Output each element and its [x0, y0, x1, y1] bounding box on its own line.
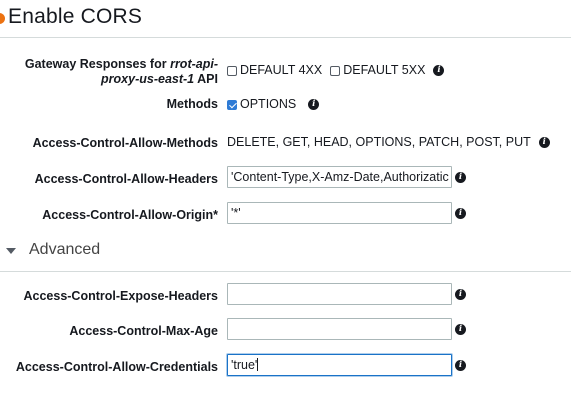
default-4xx-label: DEFAULT 4XX: [240, 63, 323, 77]
gateway-responses-label: Gateway Responses for rrot-api-proxy-us-…: [8, 57, 218, 87]
title-accent-dot: [0, 13, 5, 24]
allow-headers-input[interactable]: 'Content-Type,X-Amz-Date,Authorizatic: [227, 166, 452, 188]
expose-headers-input[interactable]: [227, 283, 452, 305]
expose-headers-label: Access-Control-Expose-Headers: [23, 289, 218, 303]
info-circle-icon[interactable]: i: [455, 208, 466, 219]
allow-credentials-value: 'true': [231, 358, 258, 372]
methods-options: OPTIONS i: [227, 97, 320, 112]
allow-origin-input[interactable]: '*': [227, 202, 452, 224]
gateway-label-prefix: Gateway Responses for: [24, 57, 171, 71]
default-4xx-checkbox[interactable]: [227, 65, 237, 76]
methods-label: Methods: [166, 97, 218, 111]
options-method-checkbox[interactable]: [227, 99, 237, 110]
header: Enable CORS: [0, 0, 571, 38]
info-circle-icon[interactable]: i: [308, 99, 320, 110]
allow-headers-label: Access-Control-Allow-Headers: [34, 172, 218, 186]
max-age-input[interactable]: [227, 318, 452, 340]
allow-credentials-input[interactable]: 'true': [227, 354, 452, 376]
page-title: Enable CORS: [8, 5, 143, 28]
advanced-label: Advanced: [29, 241, 101, 258]
enable-cors-panel: Enable CORS Gateway Responses for rrot-a…: [0, 0, 571, 399]
triangle-down-icon[interactable]: [6, 247, 16, 254]
info-circle-icon[interactable]: i: [538, 137, 550, 148]
info-circle-icon[interactable]: i: [455, 324, 466, 335]
default-5xx-checkbox[interactable]: [330, 65, 341, 76]
max-age-label: Access-Control-Max-Age: [69, 324, 218, 338]
options-method-option[interactable]: OPTIONS: [227, 97, 296, 112]
allow-origin-label: Access-Control-Allow-Origin*: [42, 208, 218, 222]
allow-credentials-label: Access-Control-Allow-Credentials: [15, 360, 218, 374]
gateway-label-suffix: API: [194, 72, 218, 86]
gateway-responses-options: DEFAULT 4XX DEFAULT 5XX i: [227, 63, 445, 78]
allow-methods-label: Access-Control-Allow-Methods: [32, 136, 218, 150]
info-circle-icon[interactable]: i: [455, 360, 466, 371]
text-caret: [257, 358, 259, 371]
allow-methods-control: DELETE, GET, HEAD, OPTIONS, PATCH, POST,…: [227, 135, 550, 150]
default-4xx-option[interactable]: DEFAULT 4XX: [227, 63, 322, 78]
allow-methods-value: DELETE, GET, HEAD, OPTIONS, PATCH, POST,…: [227, 135, 531, 149]
options-method-label: OPTIONS: [240, 97, 297, 111]
default-5xx-label: DEFAULT 5XX: [343, 63, 426, 77]
advanced-toggle[interactable]: Advanced: [6, 241, 100, 259]
info-circle-icon[interactable]: i: [455, 172, 466, 183]
default-5xx-option[interactable]: DEFAULT 5XX: [330, 63, 425, 78]
info-circle-icon[interactable]: i: [433, 65, 445, 76]
advanced-divider: [0, 271, 571, 272]
info-circle-icon[interactable]: i: [455, 289, 466, 300]
